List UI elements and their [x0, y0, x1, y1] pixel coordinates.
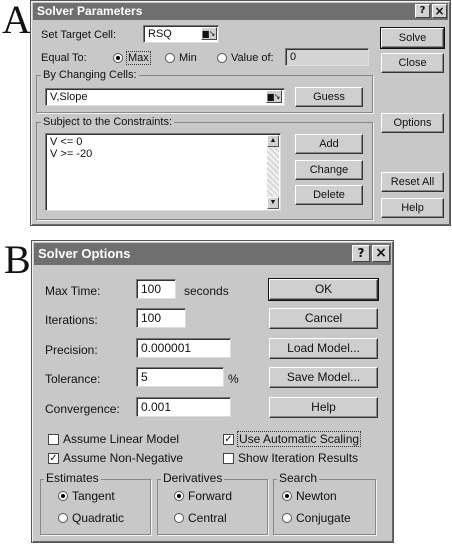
value-of-radio[interactable]: [217, 53, 227, 63]
max-time-unit: seconds: [184, 284, 229, 298]
quadratic-radio[interactable]: [58, 513, 68, 523]
forward-radio[interactable]: [174, 491, 184, 501]
target-cell-collapse-icon[interactable]: ▆↘: [201, 27, 217, 40]
tolerance-input[interactable]: 5: [136, 367, 224, 387]
search-label: Search: [277, 471, 320, 485]
cancel-button[interactable]: Cancel: [269, 308, 378, 329]
convergence-input[interactable]: 0.001: [136, 397, 231, 417]
assume-non-negative-label[interactable]: Assume Non-Negative: [63, 451, 183, 465]
changing-cells-input[interactable]: V,Slope: [45, 88, 285, 106]
quadratic-label[interactable]: Quadratic: [72, 511, 124, 525]
iterations-input[interactable]: 100: [136, 308, 186, 328]
derivatives-group: [157, 479, 268, 535]
tolerance-unit: %: [228, 372, 239, 386]
reset-all-button[interactable]: Reset All: [381, 172, 444, 192]
help-button[interactable]: Help: [269, 397, 378, 418]
panel-label-a: A: [2, 0, 31, 42]
central-radio[interactable]: [174, 513, 184, 523]
forward-label[interactable]: Forward: [188, 489, 232, 503]
search-group: [273, 479, 376, 535]
by-changing-cells-label: By Changing Cells:: [41, 69, 139, 81]
constraint-item[interactable]: V >= -20: [50, 148, 276, 160]
value-of-input[interactable]: 0: [285, 48, 369, 66]
show-iteration-results-label[interactable]: Show Iteration Results: [238, 451, 358, 465]
panel-label-b: B: [4, 237, 31, 282]
max-radio[interactable]: [113, 53, 123, 63]
close-title-button[interactable]: ×: [432, 4, 447, 18]
constraints-list[interactable]: V <= 0 V >= -20: [45, 133, 281, 211]
tangent-label[interactable]: Tangent: [72, 489, 115, 503]
tangent-radio[interactable]: [58, 491, 68, 501]
solver-parameters-dialog: Solver Parameters ? × Set Target Cell: R…: [30, 0, 451, 226]
estimates-group: [40, 479, 151, 535]
solver-parameters-titlebar: Solver Parameters ? ×: [33, 3, 448, 20]
min-radio-label[interactable]: Min: [179, 52, 197, 64]
conjugate-radio[interactable]: [282, 513, 292, 523]
add-button[interactable]: Add: [295, 134, 363, 154]
question-icon: ?: [357, 246, 365, 260]
constraints-label: Subject to the Constraints:: [41, 116, 175, 128]
help-title-button[interactable]: ?: [415, 4, 430, 18]
iterations-label: Iterations:: [45, 313, 98, 327]
tolerance-label: Tolerance:: [45, 372, 101, 386]
central-label[interactable]: Central: [188, 511, 227, 525]
newton-label[interactable]: Newton: [296, 489, 337, 503]
solver-options-titlebar: Solver Options ? ×: [34, 243, 391, 265]
conjugate-label[interactable]: Conjugate: [296, 511, 351, 525]
close-icon: ×: [375, 245, 387, 261]
save-model-button[interactable]: Save Model...: [269, 367, 378, 388]
scroll-down-icon[interactable]: ▼: [267, 197, 279, 209]
help-title-button[interactable]: ?: [352, 245, 370, 262]
max-radio-label[interactable]: Max: [126, 51, 151, 65]
assume-linear-model-label[interactable]: Assume Linear Model: [63, 432, 179, 446]
derivatives-label: Derivatives: [161, 471, 225, 485]
max-time-input[interactable]: 100: [136, 279, 176, 299]
change-button[interactable]: Change: [295, 160, 363, 180]
equal-to-label: Equal To:: [41, 52, 87, 64]
solver-options-title: Solver Options: [38, 246, 131, 261]
solve-button[interactable]: Solve: [380, 27, 445, 49]
question-icon: ?: [419, 5, 426, 16]
assume-non-negative-checkbox[interactable]: ✓: [48, 453, 59, 464]
show-iteration-results-checkbox[interactable]: [223, 453, 234, 464]
close-button[interactable]: Close: [381, 53, 444, 73]
options-button[interactable]: Options: [381, 113, 444, 133]
set-target-cell-label: Set Target Cell:: [41, 29, 117, 41]
ok-button[interactable]: OK: [268, 278, 379, 301]
newton-radio[interactable]: [282, 491, 292, 501]
convergence-label: Convergence:: [45, 402, 120, 416]
precision-label: Precision:: [45, 343, 98, 357]
load-model-button[interactable]: Load Model...: [269, 338, 378, 359]
delete-button[interactable]: Delete: [295, 185, 363, 205]
value-of-radio-label[interactable]: Value of:: [231, 52, 274, 64]
solver-parameters-title: Solver Parameters: [37, 4, 143, 18]
scroll-up-icon[interactable]: ▲: [267, 135, 279, 147]
close-title-button[interactable]: ×: [372, 245, 390, 262]
close-icon: ×: [434, 4, 445, 18]
use-automatic-scaling-checkbox[interactable]: ✓: [223, 434, 234, 445]
changing-cells-collapse-icon[interactable]: ▆↘: [266, 90, 282, 103]
max-time-label: Max Time:: [45, 284, 101, 298]
min-radio[interactable]: [165, 53, 175, 63]
constraints-scrollbar[interactable]: ▲ ▼: [267, 135, 279, 209]
assume-linear-model-checkbox[interactable]: [48, 434, 59, 445]
precision-input[interactable]: 0.000001: [136, 338, 231, 358]
solver-options-dialog: Solver Options ? × Max Time: 100 seconds…: [31, 240, 394, 543]
estimates-label: Estimates: [44, 471, 101, 485]
constraint-item[interactable]: V <= 0: [50, 136, 276, 148]
use-automatic-scaling-label[interactable]: Use Automatic Scaling: [236, 431, 362, 447]
guess-button[interactable]: Guess: [295, 87, 363, 107]
help-button[interactable]: Help: [381, 198, 444, 218]
